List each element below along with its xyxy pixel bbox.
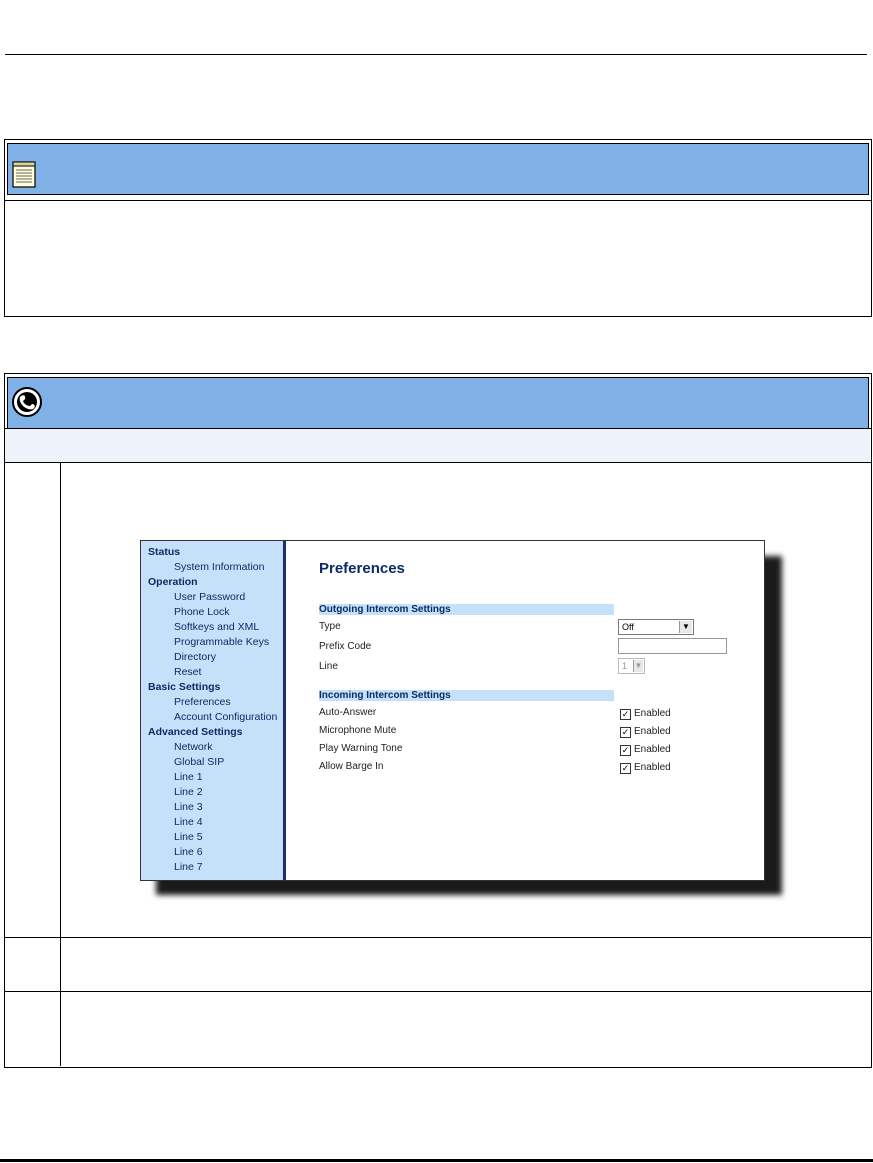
prefix-code-input[interactable] [618, 638, 727, 654]
nav-line-1[interactable]: Line 1 [174, 771, 203, 783]
nav-reset[interactable]: Reset [174, 666, 201, 678]
play-warning-tone-enabled-label: Enabled [634, 744, 671, 755]
nav-advanced-settings[interactable]: Advanced Settings [148, 726, 243, 738]
header-rule [5, 54, 867, 55]
microphone-mute-checkbox[interactable]: ✓ [620, 727, 631, 738]
allow-barge-in-label: Allow Barge In [319, 761, 384, 772]
note-divider [4, 200, 871, 201]
row-divider-4 [4, 991, 871, 992]
line-select-value: 1 [622, 661, 628, 671]
procedure-header-bar [7, 377, 869, 429]
type-select-value: Off [622, 622, 634, 632]
line-select[interactable]: 1 ▼ [618, 658, 645, 674]
outgoing-intercom-header: Outgoing Intercom Settings [319, 604, 614, 615]
procedure-subheader [5, 429, 870, 462]
type-label: Type [319, 621, 341, 632]
step-column-divider [60, 462, 61, 1066]
play-warning-tone-label: Play Warning Tone [319, 743, 403, 754]
nav-line-2[interactable]: Line 2 [174, 786, 203, 798]
prefix-code-label: Prefix Code [319, 641, 372, 652]
chevron-down-icon: ▼ [633, 660, 643, 672]
preferences-screenshot: Status System Information Operation User… [140, 540, 765, 881]
nav-line-3[interactable]: Line 3 [174, 801, 203, 813]
page-title: Preferences [319, 560, 405, 577]
nav-preferences[interactable]: Preferences [174, 696, 231, 708]
nav-phone-lock[interactable]: Phone Lock [174, 606, 229, 618]
nav-user-password[interactable]: User Password [174, 591, 245, 603]
nav-network[interactable]: Network [174, 741, 213, 753]
row-divider-1 [4, 428, 871, 429]
nav-global-sip[interactable]: Global SIP [174, 756, 224, 768]
nav-operation[interactable]: Operation [148, 576, 198, 588]
microphone-mute-enabled-label: Enabled [634, 726, 671, 737]
nav-line-7[interactable]: Line 7 [174, 861, 203, 873]
footer-rule [0, 1159, 873, 1162]
nav-directory[interactable]: Directory [174, 651, 216, 663]
row-divider-3 [4, 937, 871, 938]
nav-account-configuration[interactable]: Account Configuration [174, 711, 277, 723]
row-divider-2 [4, 462, 871, 463]
nav-line-4[interactable]: Line 4 [174, 816, 203, 828]
nav-softkeys-xml[interactable]: Softkeys and XML [174, 621, 259, 633]
notepad-icon [12, 161, 36, 188]
auto-answer-checkbox[interactable]: ✓ [620, 709, 631, 720]
type-select[interactable]: Off ▼ [618, 619, 694, 635]
nav-line-6[interactable]: Line 6 [174, 846, 203, 858]
web-ui-sidebar: Status System Information Operation User… [141, 541, 286, 880]
play-warning-tone-checkbox[interactable]: ✓ [620, 745, 631, 756]
note-header-bar [7, 143, 869, 195]
auto-answer-enabled-label: Enabled [634, 708, 671, 719]
line-label: Line [319, 661, 338, 672]
auto-answer-label: Auto-Answer [319, 707, 377, 718]
web-ui-content: Preferences Outgoing Intercom Settings T… [286, 541, 764, 880]
nav-status[interactable]: Status [148, 546, 180, 558]
nav-basic-settings[interactable]: Basic Settings [148, 681, 220, 693]
nav-system-information[interactable]: System Information [174, 561, 264, 573]
microphone-mute-label: Microphone Mute [319, 725, 397, 736]
incoming-intercom-header: Incoming Intercom Settings [319, 690, 614, 701]
nav-line-5[interactable]: Line 5 [174, 831, 203, 843]
nav-programmable-keys[interactable]: Programmable Keys [174, 636, 269, 648]
globe-phone-icon [12, 387, 42, 417]
chevron-down-icon: ▼ [679, 621, 692, 633]
allow-barge-in-enabled-label: Enabled [634, 762, 671, 773]
allow-barge-in-checkbox[interactable]: ✓ [620, 763, 631, 774]
